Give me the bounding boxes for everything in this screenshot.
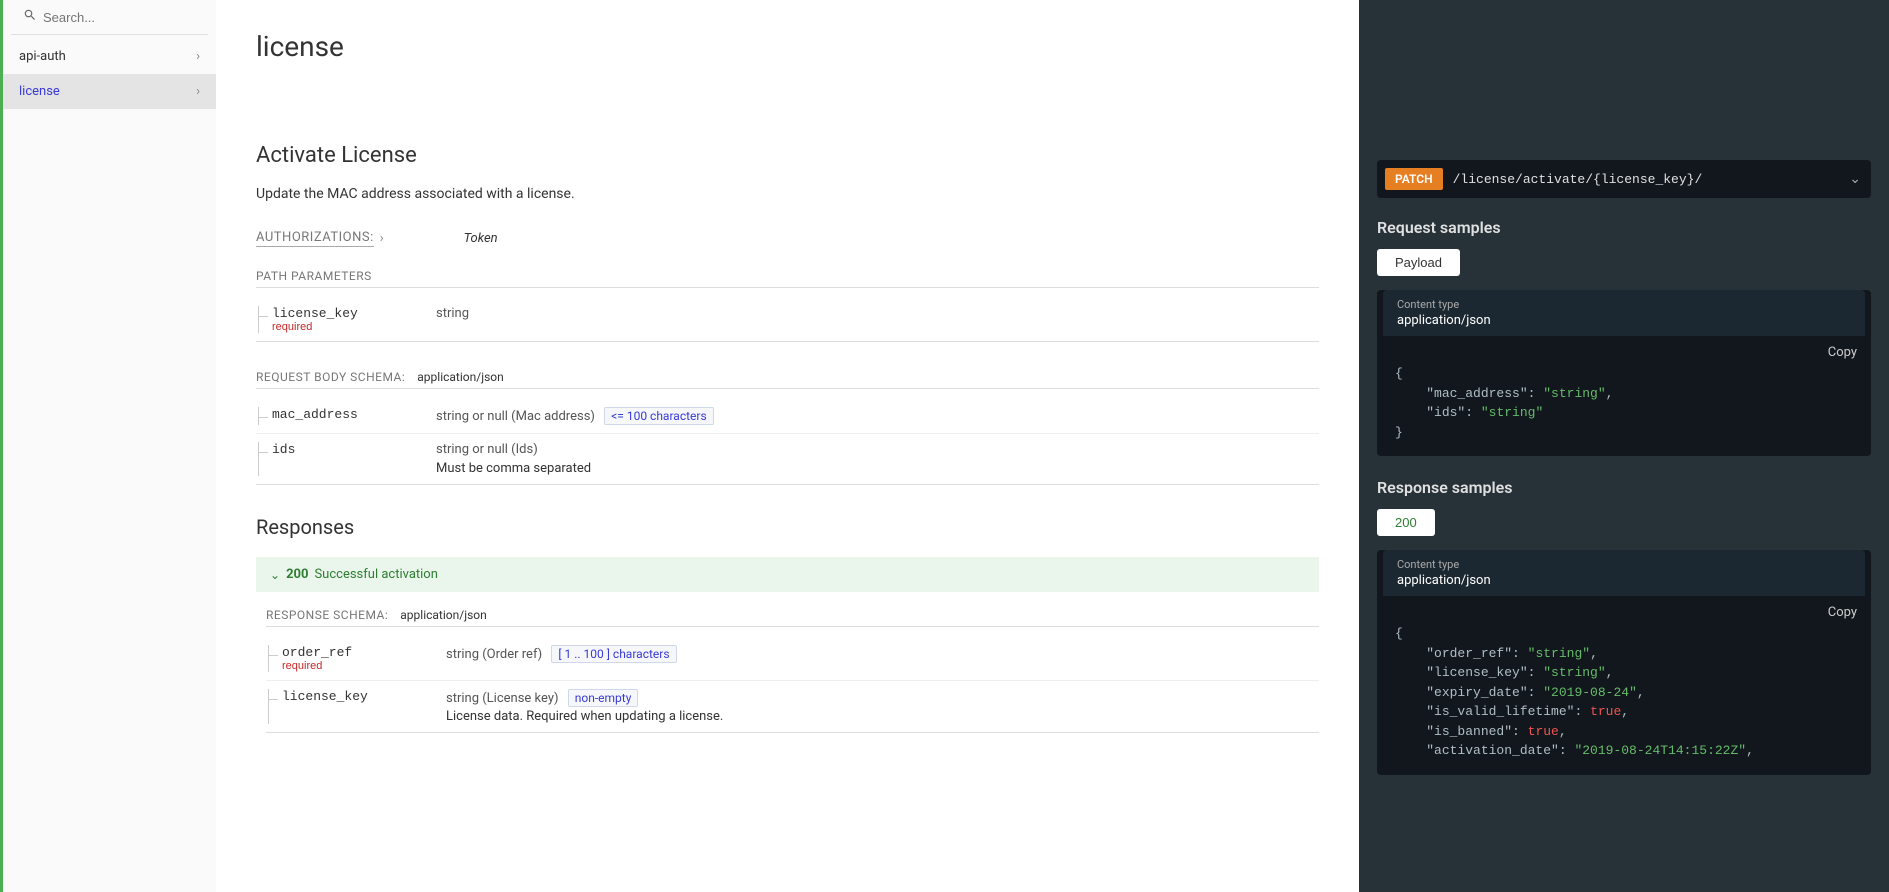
content-type-value: application/json [1397, 573, 1851, 588]
request-code-block: Content type application/json Copy { "ma… [1377, 290, 1871, 456]
endpoint-path: /license/activate/{license_key}/ [1453, 172, 1840, 187]
param-type: string or null (Ids) [436, 442, 1319, 457]
content-type-label: Content type [1397, 298, 1851, 311]
param-name: ids [256, 442, 436, 476]
request-payload-code: { "mac_address": "string", "ids": "strin… [1377, 364, 1871, 442]
copy-button[interactable]: Copy [1828, 605, 1857, 620]
content-type-bar[interactable]: Content type application/json [1383, 550, 1865, 596]
response-code-block: Content type application/json Copy { "or… [1377, 550, 1871, 775]
param-name-text: order_ref [282, 645, 446, 660]
sidebar-item-label: api-auth [19, 49, 66, 64]
responses-heading: Responses [256, 515, 1319, 539]
request-samples-heading: Request samples [1377, 218, 1871, 237]
operation-title: Activate License [256, 143, 1319, 168]
authorization-type: Token [464, 231, 498, 246]
param-row: order_ref required string (Order ref) [ … [266, 637, 1319, 681]
search-input[interactable] [43, 10, 196, 25]
sidebar-item-api-auth[interactable]: api-auth › [3, 39, 216, 74]
page-title: license [256, 30, 1319, 63]
param-detail: string [436, 306, 1319, 333]
response-status-text: Successful activation [314, 567, 437, 582]
request-body-label: REQUEST BODY SCHEMA: [256, 370, 405, 384]
chevron-right-icon: › [196, 49, 200, 64]
param-type: string or null (Mac address) [436, 409, 595, 424]
request-body-schema: REQUEST BODY SCHEMA: application/json ma… [256, 370, 1319, 485]
response-schema-label: RESPONSE SCHEMA: [266, 608, 388, 622]
param-name: order_ref required [266, 645, 446, 672]
param-detail: string or null (Ids) Must be comma separ… [436, 442, 1319, 476]
response-schema-header: RESPONSE SCHEMA: application/json [266, 608, 1319, 627]
param-name: license_key required [256, 306, 436, 333]
response-200[interactable]: ⌄ 200 Successful activation [256, 557, 1319, 592]
sidebar-item-license[interactable]: license › [3, 74, 216, 109]
param-constraint: <= 100 characters [604, 407, 713, 425]
sidebar-item-label: license [19, 84, 60, 99]
param-description: License data. Required when updating a l… [446, 709, 1319, 724]
param-type: string [436, 306, 1319, 321]
param-name: license_key [266, 689, 446, 724]
param-detail: string (Order ref) [ 1 .. 100 ] characte… [446, 645, 1319, 672]
chevron-down-icon: ⌄ [270, 568, 280, 582]
sidebar: api-auth › license › [0, 0, 216, 892]
param-row: mac_address string or null (Mac address)… [256, 399, 1319, 434]
search-wrap [11, 0, 208, 35]
content-type-label: Content type [1397, 558, 1851, 571]
param-constraint: non-empty [568, 689, 639, 707]
param-name-text: license_key [282, 689, 446, 704]
required-tag: required [272, 321, 436, 333]
operation-description: Update the MAC address associated with a… [256, 186, 1319, 202]
param-description: Must be comma separated [436, 461, 1319, 476]
chevron-right-icon: › [380, 231, 384, 246]
response-schema: RESPONSE SCHEMA: application/json order_… [256, 608, 1319, 733]
response-schema-content-type: application/json [400, 608, 486, 622]
authorizations-label: AUTHORIZATIONS: [256, 230, 374, 247]
param-name-text: license_key [272, 306, 436, 321]
authorizations-row[interactable]: AUTHORIZATIONS: › Token [256, 230, 1319, 247]
param-name: mac_address [256, 407, 436, 425]
path-params-header: PATH PARAMETERS [256, 269, 1319, 288]
chevron-right-icon: › [196, 84, 200, 99]
param-row: ids string or null (Ids) Must be comma s… [256, 434, 1319, 485]
content-type-value: application/json [1397, 313, 1851, 328]
param-name-text: mac_address [272, 407, 436, 422]
right-panel: PATCH /license/activate/{license_key}/ ⌄… [1359, 0, 1889, 892]
param-detail: string or null (Mac address) <= 100 char… [436, 407, 1319, 425]
content-type-bar[interactable]: Content type application/json [1383, 290, 1865, 336]
endpoint-bar[interactable]: PATCH /license/activate/{license_key}/ ⌄ [1377, 160, 1871, 198]
response-200-tab[interactable]: 200 [1377, 509, 1435, 536]
response-payload-code: { "order_ref": "string", "license_key": … [1377, 624, 1871, 761]
main-content: license Activate License Update the MAC … [216, 0, 1359, 892]
search-icon [23, 8, 37, 26]
path-params-label: PATH PARAMETERS [256, 269, 372, 283]
response-status-code: 200 [286, 567, 308, 582]
copy-button[interactable]: Copy [1828, 345, 1857, 360]
chevron-down-icon: ⌄ [1849, 171, 1861, 187]
payload-tab[interactable]: Payload [1377, 249, 1460, 276]
response-samples-heading: Response samples [1377, 478, 1871, 497]
param-detail: string (License key) non-empty License d… [446, 689, 1319, 724]
request-body-header: REQUEST BODY SCHEMA: application/json [256, 370, 1319, 389]
param-name-text: ids [272, 442, 436, 457]
request-body-content-type: application/json [417, 370, 503, 384]
param-constraint: [ 1 .. 100 ] characters [551, 645, 676, 663]
method-badge: PATCH [1385, 168, 1443, 190]
param-row: license_key string (License key) non-emp… [266, 681, 1319, 733]
param-row: license_key required string [256, 298, 1319, 342]
param-type: string (License key) [446, 691, 559, 706]
param-type: string (Order ref) [446, 647, 542, 662]
required-tag: required [282, 660, 446, 672]
path-parameters: PATH PARAMETERS license_key required str… [256, 269, 1319, 342]
